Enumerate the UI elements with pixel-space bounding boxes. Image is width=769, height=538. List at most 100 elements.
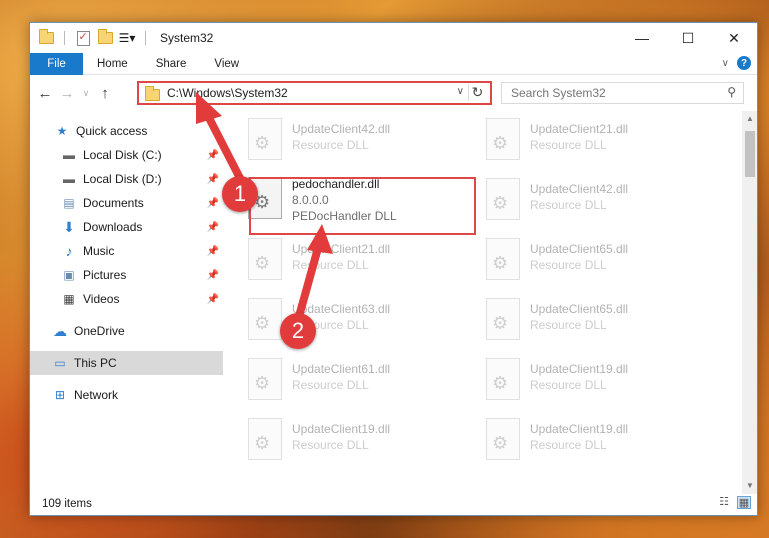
file-item[interactable]: UpdateClient65.dll Resource DLL [464,231,694,287]
sidebar-item-label: Downloads [83,220,143,234]
window-title: System32 [160,31,214,45]
file-item[interactable]: UpdateClient19.dll Resource DLL [226,411,456,467]
item-count: 109 items [42,497,92,510]
folder-icon [145,85,160,101]
search-box[interactable]: ⚲ [501,82,744,104]
file-item[interactable]: UpdateClient42.dll Resource DLL [464,171,694,227]
file-item[interactable]: UpdateClient19.dll Resource DLL [464,351,694,407]
pin-icon[interactable]: 📌 [207,150,219,161]
divider [64,31,65,45]
drive-icon: ▬ [63,148,75,162]
sidebar-item-local-disk-c[interactable]: ▬ Local Disk (C:) 📌 [30,143,223,167]
minimize-button[interactable]: — [619,23,665,53]
computer-icon: ▭ [54,356,66,370]
sidebar-item-pictures[interactable]: ▣ Pictures 📌 [30,263,223,287]
details-view-icon[interactable]: ☷ [717,496,731,509]
file-name: UpdateClient19.dll [530,422,629,436]
folder-icon [38,29,54,46]
ribbon-controls: ∨ ? [722,56,751,70]
maximize-button[interactable]: ☐ [665,23,711,53]
scroll-up-icon[interactable]: ▲ [742,111,757,127]
file-item[interactable]: UpdateClient21.dll Resource DLL [464,111,694,167]
sidebar-item-this-pc[interactable]: ▭ This PC [30,351,223,375]
vertical-scrollbar[interactable]: ▲ ▼ [742,111,757,494]
forward-arrow-icon[interactable]: → [56,85,78,102]
sidebar-item-quick-access[interactable]: ★ Quick access [30,119,223,143]
customize-toolbar-icon[interactable]: ☰▾ [119,30,136,46]
search-input[interactable] [511,86,711,100]
file-name: UpdateClient21.dll [292,242,391,256]
tiles-view-icon[interactable]: ▦ [737,496,751,509]
tab-file[interactable]: File [30,52,83,75]
scrollbar-thumb[interactable] [745,131,755,177]
file-description: Resource DLL [530,198,607,212]
sidebar-item-label: Quick access [76,124,148,138]
pin-icon[interactable]: 📌 [207,270,219,281]
documents-icon: ▤ [63,196,75,210]
sidebar-item-network[interactable]: ⊞ Network [30,383,223,407]
file-description: Resource DLL [292,378,369,392]
expand-ribbon-icon[interactable]: ∨ [722,58,729,69]
pin-icon[interactable]: 📌 [207,198,219,209]
file-item[interactable]: UpdateClient63.dllResource DLL [226,291,456,347]
dll-file-icon [248,298,282,340]
title-bar: ☰▾ System32 — ☐ ✕ [30,23,757,53]
sidebar-item-documents[interactable]: ▤ Documents 📌 [30,191,223,215]
file-item[interactable]: UpdateClient65.dll Resource DLL [464,291,694,347]
address-bar[interactable]: C:\Windows\System32 ∨ ↻ [137,81,492,105]
dll-file-icon [248,118,282,160]
pin-icon[interactable]: 📌 [207,294,219,305]
close-button[interactable]: ✕ [711,23,757,53]
dll-file-icon [486,178,520,220]
step-1-badge: 1 [222,176,258,212]
file-description: Resource DLL [530,138,607,152]
sidebar-item-label: Network [74,388,119,402]
status-bar: 109 items ☷ ▦ [30,492,757,515]
file-description: Resource DLL [530,438,607,452]
pin-icon[interactable]: 📌 [207,222,219,233]
videos-icon: ▦ [63,292,75,306]
file-description: Resource DLL [292,138,369,152]
sidebar-item-local-disk-d[interactable]: ▬ Local Disk (D:) 📌 [30,167,223,191]
file-item[interactable]: UpdateClient19.dll Resource DLL [464,411,694,467]
file-item[interactable]: UpdateClient61.dll Resource DLL [226,351,456,407]
file-item[interactable]: UpdateClient21.dll Resource DLL [226,231,456,287]
sidebar-item-label: Music [83,244,115,258]
sidebar-item-label: Local Disk (D:) [83,172,162,186]
refresh-icon[interactable]: ↻ [468,84,486,101]
dll-file-icon [248,358,282,400]
chevron-down-icon[interactable]: ∨ [457,86,464,97]
sidebar-item-onedrive[interactable]: ☁ OneDrive [30,319,223,343]
file-name: UpdateClient42.dll [530,182,629,196]
file-name: UpdateClient61.dll [292,362,391,376]
pin-icon[interactable]: 📌 [207,174,219,185]
sidebar-item-downloads[interactable]: ⬇ Downloads 📌 [30,215,223,239]
music-icon: ♪ [65,243,73,259]
window-controls: — ☐ ✕ [619,23,757,53]
dll-file-icon [486,418,520,460]
file-description: Resource DLL [292,438,369,452]
pin-icon[interactable]: 📌 [207,246,219,257]
sidebar-item-music[interactable]: ♪ Music 📌 [30,239,223,263]
help-icon[interactable]: ? [737,56,751,70]
file-name: UpdateClient65.dll [530,302,629,316]
tab-share[interactable]: Share [142,53,201,75]
sidebar-item-label: Documents [83,196,144,210]
step-2-badge: 2 [280,313,316,349]
new-folder-icon[interactable] [97,29,113,46]
recent-locations-icon[interactable]: ∨ [78,88,94,99]
back-arrow-icon[interactable]: ← [34,85,56,102]
divider [145,31,146,45]
file-description: Resource DLL [530,378,607,392]
sidebar-item-videos[interactable]: ▦ Videos 📌 [30,287,223,311]
sidebar-item-label: OneDrive [74,324,125,338]
dll-file-icon [248,418,282,460]
up-arrow-icon[interactable]: ↑ [94,85,116,102]
file-item[interactable]: UpdateClient42.dll Resource DLL [226,111,456,167]
network-icon: ⊞ [54,388,66,402]
address-path: C:\Windows\System32 [167,86,288,100]
properties-icon[interactable] [75,30,91,46]
tab-view[interactable]: View [200,53,253,75]
tab-home[interactable]: Home [83,53,142,75]
file-name: UpdateClient21.dll [530,122,629,136]
